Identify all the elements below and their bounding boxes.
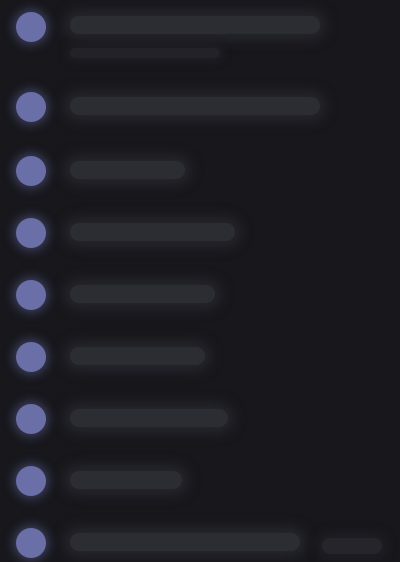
list-item[interactable] xyxy=(0,328,400,384)
list-item-label xyxy=(70,97,320,115)
list-item[interactable] xyxy=(0,0,400,58)
list-item-label xyxy=(70,223,235,241)
list-item[interactable] xyxy=(0,204,400,260)
list-item-label xyxy=(70,347,205,365)
list-item-label xyxy=(70,533,300,551)
avatar-icon xyxy=(16,280,46,310)
list-item-label xyxy=(70,471,182,489)
avatar-icon xyxy=(16,404,46,434)
avatar-icon xyxy=(16,466,46,496)
list-item[interactable] xyxy=(0,78,400,134)
list-item-label xyxy=(70,409,228,427)
avatar-icon xyxy=(16,342,46,372)
list-item[interactable] xyxy=(0,514,400,562)
list-item[interactable] xyxy=(0,142,400,198)
list-item-label xyxy=(70,161,185,179)
blurred-list xyxy=(0,0,400,562)
list-item[interactable] xyxy=(0,266,400,322)
list-item[interactable] xyxy=(0,452,400,508)
avatar-icon xyxy=(16,92,46,122)
list-item[interactable] xyxy=(0,390,400,446)
list-item-trailing xyxy=(322,538,382,554)
avatar-icon xyxy=(16,218,46,248)
avatar-icon xyxy=(16,156,46,186)
list-item-label xyxy=(70,16,320,34)
list-item-label xyxy=(70,285,215,303)
list-item-sublabel xyxy=(70,48,220,58)
avatar-icon xyxy=(16,528,46,558)
avatar-icon xyxy=(16,12,46,42)
